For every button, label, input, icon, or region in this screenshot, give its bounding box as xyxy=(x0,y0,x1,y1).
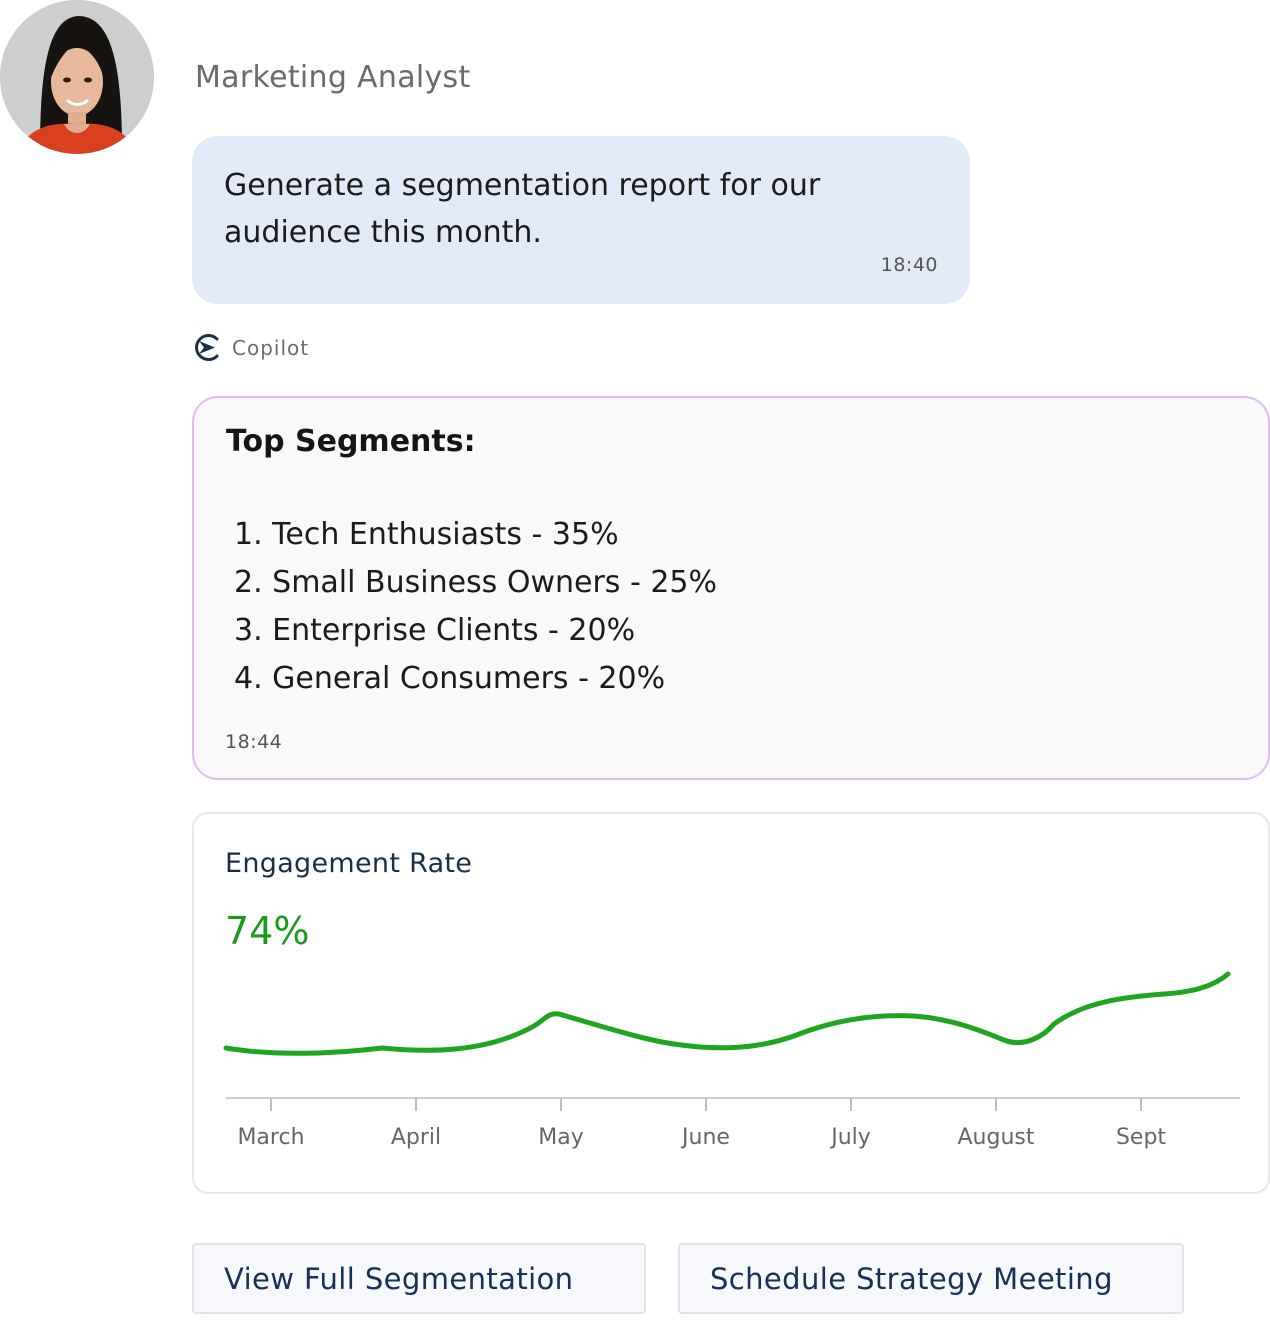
view-full-segmentation-button[interactable]: View Full Segmentation xyxy=(192,1243,646,1314)
engagement-card: Engagement Rate 74% March April May June Jul… xyxy=(192,812,1270,1194)
engagement-line-chart: March April May June July August Sept xyxy=(223,971,1240,1150)
x-axis-tick-label: March xyxy=(237,1125,304,1150)
avatar xyxy=(0,0,154,154)
segments-heading: Top Segments: xyxy=(226,424,476,459)
copilot-message-time: 18:44 xyxy=(225,731,283,753)
x-axis-tick-label: April xyxy=(391,1125,441,1150)
list-item: 4. General Consumers - 20% xyxy=(234,661,666,696)
copilot-label: Copilot xyxy=(193,333,309,362)
x-axis-tick-label: June xyxy=(680,1125,730,1150)
engagement-line xyxy=(223,971,1231,1056)
list-item: 2. Small Business Owners - 25% xyxy=(234,565,718,600)
list-item: 1. Tech Enthusiasts - 35% xyxy=(234,517,619,552)
list-item: 3. Enterprise Clients - 20% xyxy=(234,613,636,648)
copilot-message-bubble: Top Segments: 1. Tech Enthusiasts - 35% … xyxy=(192,396,1270,780)
copilot-logo-icon xyxy=(195,334,219,361)
user-message-bubble: Generate a segmentation report for our a… xyxy=(192,136,970,304)
x-axis-tick-label: August xyxy=(958,1125,1035,1150)
person-photo-avatar xyxy=(0,0,154,154)
copilot-name: Copilot xyxy=(232,335,310,360)
x-axis-tick-label: Sept xyxy=(1116,1125,1166,1150)
user-message-text: Generate a segmentation report for our a… xyxy=(224,168,821,250)
schedule-strategy-meeting-button[interactable]: Schedule Strategy Meeting xyxy=(678,1243,1184,1314)
x-axis-tick-label: July xyxy=(829,1125,871,1150)
x-axis-tick-label: May xyxy=(538,1125,583,1150)
sender-name: Marketing Analyst xyxy=(195,60,471,95)
segments-list: 1. Tech Enthusiasts - 35% 2. Small Busin… xyxy=(234,511,1268,703)
user-message-time: 18:40 xyxy=(880,254,938,276)
